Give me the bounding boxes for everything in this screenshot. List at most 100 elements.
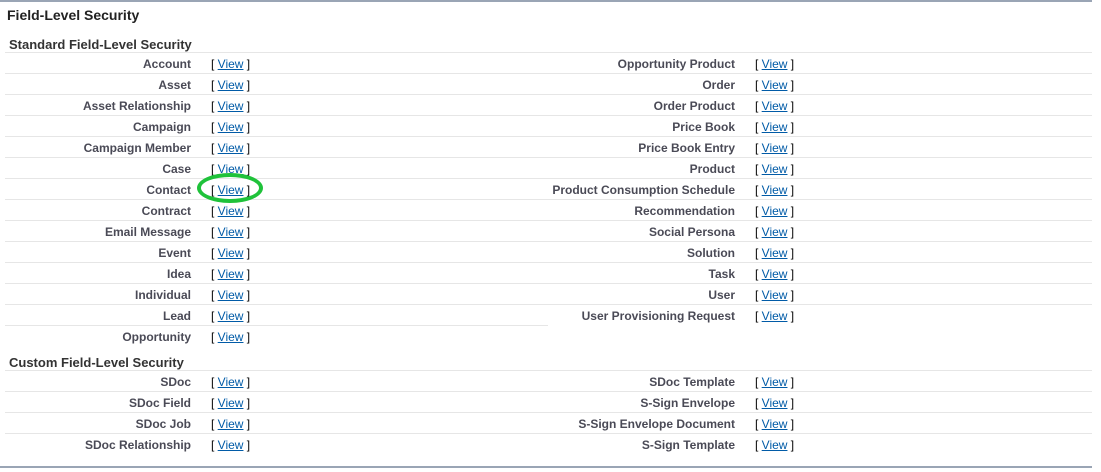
view-link-event[interactable]: View [218,246,244,260]
object-label-case: Case [162,162,191,176]
bracket-open: [ [211,288,218,302]
view-link-wrapper: [ View ] [755,438,794,452]
view-link-campaign-member[interactable]: View [218,141,244,155]
bracket-open: [ [755,183,762,197]
view-link-price-book-entry[interactable]: View [762,141,788,155]
bracket-open: [ [211,267,218,281]
object-label-contact: Contact [146,183,191,197]
view-link-wrapper: [ View ] [755,309,794,323]
view-link-task[interactable]: View [762,267,788,281]
table-row: SDoc Field [ View ] [5,391,548,412]
object-label-product: Product [689,162,735,176]
bracket-close: ] [787,438,795,452]
view-link-asset-relationship[interactable]: View [218,99,244,113]
bracket-open: [ [211,438,218,452]
view-link-lead[interactable]: View [218,309,244,323]
custom-section-heading: Custom Field-Level Security [9,355,184,370]
bracket-open: [ [755,438,762,452]
view-link-campaign[interactable]: View [218,120,244,134]
bracket-close: ] [787,246,795,260]
view-link-asset[interactable]: View [218,78,244,92]
object-label-s-sign-envelope: S-Sign Envelope [640,396,735,410]
view-link-solution[interactable]: View [762,246,788,260]
view-link-wrapper: [ View ] [211,438,250,452]
bracket-open: [ [755,375,762,389]
view-link-price-book[interactable]: View [762,120,788,134]
view-link-wrapper: [ View ] [211,141,250,155]
bracket-open: [ [755,204,762,218]
table-row: Contract [ View ] [5,199,548,220]
view-link-sdoc-field[interactable]: View [218,396,244,410]
view-link-sdoc[interactable]: View [218,375,244,389]
view-link-individual[interactable]: View [218,288,244,302]
view-link-wrapper: [ View ] [211,288,250,302]
bracket-open: [ [211,141,218,155]
object-label-contract: Contract [141,204,191,218]
object-label-recommendation: Recommendation [634,204,735,218]
table-row: Asset Relationship [ View ] [5,94,548,115]
object-label-email-message: Email Message [104,225,191,239]
view-link-social-persona[interactable]: View [762,225,788,239]
bracket-open: [ [755,120,762,134]
table-row: Order Product [ View ] [548,94,1092,115]
view-link-idea[interactable]: View [218,267,244,281]
object-label-lead: Lead [162,309,191,323]
bracket-close: ] [243,225,251,239]
view-link-wrapper: [ View ] [755,57,794,71]
view-link-wrapper: [ View ] [755,417,794,431]
object-label-price-book: Price Book [672,120,735,134]
bracket-open: [ [755,396,762,410]
view-link-wrapper: [ View ] [211,267,250,281]
bracket-open: [ [211,183,218,197]
view-link-s-sign-envelope-document[interactable]: View [762,417,788,431]
table-row: Lead [ View ] [5,304,548,325]
bracket-open: [ [211,78,218,92]
view-link-s-sign-template[interactable]: View [762,438,788,452]
table-row: Email Message [ View ] [5,220,548,241]
view-link-wrapper: [ View ] [755,288,794,302]
view-link-sdoc-template[interactable]: View [762,375,788,389]
view-link-order-product[interactable]: View [762,99,788,113]
view-link-contact[interactable]: View [218,183,244,197]
table-row: User Provisioning Request [ View ] [548,304,1092,325]
table-row: Product [ View ] [548,157,1092,178]
view-link-sdoc-relationship[interactable]: View [218,438,244,452]
view-link-opportunity[interactable]: View [218,330,244,344]
bracket-close: ] [787,57,795,71]
bracket-close: ] [243,99,251,113]
bracket-close: ] [787,375,795,389]
view-link-wrapper: [ View ] [211,375,250,389]
view-link-case[interactable]: View [218,162,244,176]
bracket-close: ] [787,225,795,239]
object-label-task: Task [708,267,735,281]
bracket-close: ] [787,183,795,197]
object-label-sdoc-job: SDoc Job [135,417,191,431]
view-link-user[interactable]: View [762,288,788,302]
table-row: Price Book Entry [ View ] [548,136,1092,157]
view-link-product[interactable]: View [762,162,788,176]
object-label-asset-relationship: Asset Relationship [82,99,191,113]
view-link-sdoc-job[interactable]: View [218,417,244,431]
bracket-open: [ [211,225,218,239]
view-link-product-consumption-schedule[interactable]: View [762,183,788,197]
object-label-s-sign-envelope-document: S-Sign Envelope Document [578,417,735,431]
view-link-wrapper: [ View ] [211,396,250,410]
table-row: Contact [ View ] [5,178,548,199]
bracket-open: [ [755,57,762,71]
table-row: Account [ View ] [5,52,548,73]
object-label-opportunity-product: Opportunity Product [617,57,735,71]
view-link-email-message[interactable]: View [218,225,244,239]
bracket-open: [ [211,204,218,218]
view-link-s-sign-envelope[interactable]: View [762,396,788,410]
table-row: User [ View ] [548,283,1092,304]
view-link-order[interactable]: View [762,78,788,92]
view-link-account[interactable]: View [218,57,244,71]
view-link-contract[interactable]: View [218,204,244,218]
view-link-opportunity-product[interactable]: View [762,57,788,71]
object-label-sdoc: SDoc [160,375,191,389]
bracket-open: [ [755,99,762,113]
bracket-close: ] [243,288,251,302]
view-link-user-provisioning-request[interactable]: View [762,309,788,323]
bracket-open: [ [211,57,218,71]
view-link-recommendation[interactable]: View [762,204,788,218]
